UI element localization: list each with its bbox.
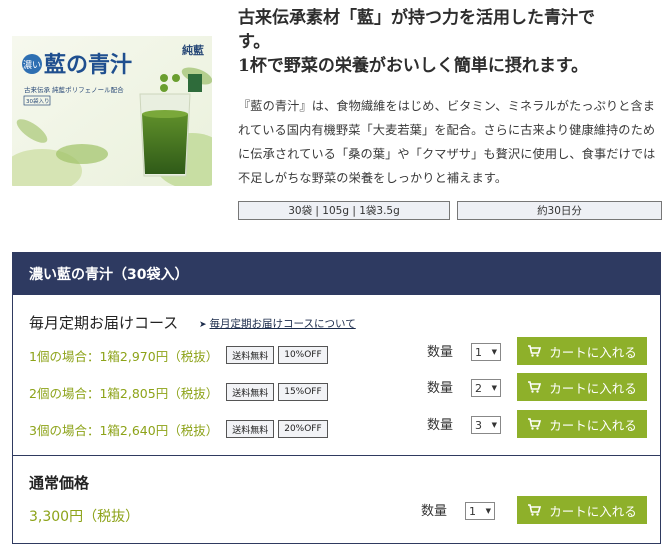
product-image: 濃い 藍の青汁 純藍 古来伝承 純藍ポリフェノール配合 30袋入り	[12, 36, 212, 186]
course-link-label: 毎月定期お届けコースについて	[209, 318, 356, 330]
regular-price: 3,300円（税抜）	[29, 509, 140, 525]
chevron-down-icon: ▼	[485, 507, 491, 515]
course-info-link[interactable]: ➤ 毎月定期お届けコースについて	[199, 316, 356, 331]
brand-main-text: 藍の青汁	[44, 52, 132, 78]
discount-badge: 15%OFF	[278, 383, 328, 401]
discount-badge: 10%OFF	[278, 346, 328, 364]
headline-line-2: す。	[238, 32, 271, 52]
quantity-value: 1	[469, 504, 476, 518]
chevron-down-icon: ▼	[491, 421, 497, 429]
product-description: 『藍の青汁』は、食物繊維をはじめ、ビタミン、ミネラルがたっぷりと含まれている国内…	[238, 99, 656, 185]
regular-price-title: 通常価格	[29, 474, 90, 492]
course-price: 2個の場合：1箱2,805円（税抜）	[29, 385, 219, 401]
cart-icon	[528, 381, 542, 393]
quantity-select[interactable]: 2 ▼	[471, 379, 501, 397]
purchase-panel: 濃い藍の青汁（30袋入） 毎月定期お届けコース ➤ 毎月定期お届けコースについて …	[12, 252, 661, 544]
spec-contents: 30袋 | 105g | 1袋3.5g	[238, 201, 450, 220]
shipping-badge: 送料無料	[226, 383, 275, 401]
add-to-cart-button[interactable]: カートに入れる	[517, 337, 647, 365]
course-price: 1個の場合：1箱2,970円（税抜）	[29, 348, 219, 364]
quantity-label: 数量	[427, 345, 454, 360]
product-headline: 古来伝承素材「藍」が持つ力を活用した青汁で す。 1杯で野菜の栄養がおいしく簡単…	[238, 6, 648, 78]
headline-line-1: 古来伝承素材「藍」が持つ力を活用した青汁で	[238, 8, 595, 28]
add-to-cart-button[interactable]: カートに入れる	[517, 373, 647, 401]
course-row: 1個の場合：1箱2,970円（税抜） 送料無料 10%OFF	[29, 343, 328, 367]
brand-small-text: 濃い	[23, 59, 41, 71]
chevron-down-icon: ▼	[491, 384, 497, 392]
course-price: 3個の場合：1箱2,640円（税抜）	[29, 422, 219, 438]
add-to-cart-label: カートに入れる	[549, 380, 637, 396]
quantity-label: 数量	[427, 381, 454, 396]
add-to-cart-button[interactable]: カートに入れる	[517, 410, 647, 438]
course-row: 3個の場合：1箱2,640円（税抜） 送料無料 20%OFF	[29, 417, 328, 441]
spec-duration: 約30日分	[457, 201, 662, 220]
cart-icon	[528, 345, 542, 357]
course-row: 2個の場合：1箱2,805円（税抜） 送料無料 15%OFF	[29, 380, 328, 404]
brand-right-text: 純藍	[182, 43, 204, 57]
course-title: 毎月定期お届けコース	[29, 314, 179, 332]
product-illustration: 濃い 藍の青汁 純藍 古来伝承 純藍ポリフェノール配合 30袋入り	[12, 36, 212, 186]
chevron-down-icon: ▼	[491, 348, 497, 356]
quantity-label: 数量	[427, 418, 454, 433]
panel-title: 濃い藍の青汁（30袋入）	[13, 253, 660, 295]
add-to-cart-label: カートに入れる	[549, 503, 637, 519]
shipping-badge: 送料無料	[226, 346, 275, 364]
add-to-cart-label: カートに入れる	[549, 417, 637, 433]
quantity-value: 2	[475, 381, 482, 395]
quantity-select[interactable]: 3 ▼	[471, 416, 501, 434]
shipping-badge: 送料無料	[226, 420, 275, 438]
cart-icon	[528, 504, 542, 516]
quantity-value: 3	[475, 418, 482, 432]
pack-note: 30袋入り	[26, 97, 50, 105]
product-subtitle: 古来伝承 純藍ポリフェノール配合	[24, 85, 124, 94]
quantity-label: 数量	[421, 504, 448, 519]
arrow-icon: ➤	[199, 320, 207, 330]
headline-line-3: 1杯で野菜の栄養がおいしく簡単に摂れます。	[238, 56, 589, 76]
add-to-cart-label: カートに入れる	[549, 344, 637, 360]
section-divider	[13, 455, 660, 456]
discount-badge: 20%OFF	[278, 420, 328, 438]
cart-icon	[528, 418, 542, 430]
quantity-value: 1	[475, 345, 482, 359]
quantity-select[interactable]: 1 ▼	[465, 502, 495, 520]
quantity-select[interactable]: 1 ▼	[471, 343, 501, 361]
add-to-cart-button[interactable]: カートに入れる	[517, 496, 647, 524]
